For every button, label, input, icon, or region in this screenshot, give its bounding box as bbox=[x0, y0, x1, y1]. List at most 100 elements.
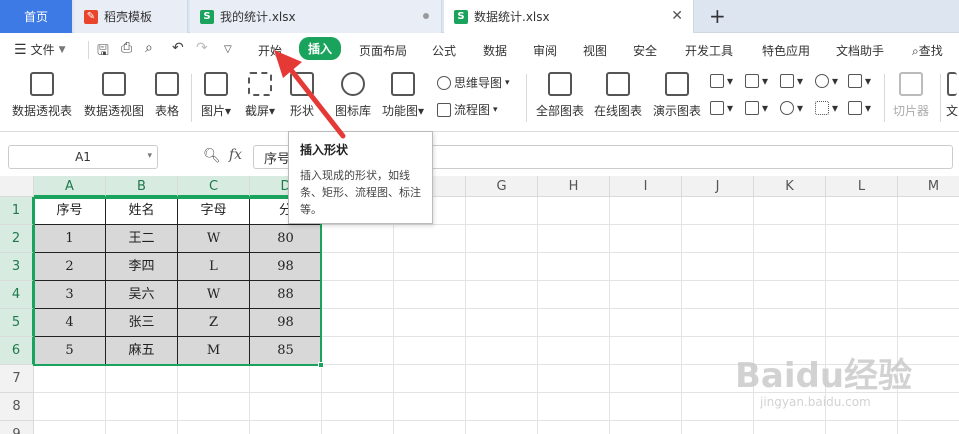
row-header-7[interactable]: 7 bbox=[0, 365, 34, 393]
cell-b9[interactable] bbox=[106, 421, 178, 434]
cell-a8[interactable] bbox=[34, 393, 106, 421]
cell-m9[interactable] bbox=[898, 421, 959, 434]
cell-h8[interactable] bbox=[538, 393, 610, 421]
cell-j4[interactable] bbox=[682, 281, 754, 309]
cell-k9[interactable] bbox=[754, 421, 826, 434]
cell-f7[interactable] bbox=[394, 365, 466, 393]
cell-l4[interactable] bbox=[826, 281, 898, 309]
cell-m2[interactable] bbox=[898, 225, 959, 253]
picture-button[interactable]: 图片▾ bbox=[201, 72, 231, 119]
table-button[interactable]: 表格 bbox=[155, 72, 179, 119]
cell-b6[interactable]: 麻五 bbox=[106, 337, 178, 365]
column-header-j[interactable]: J bbox=[682, 176, 754, 197]
cell-h9[interactable] bbox=[538, 421, 610, 434]
cell-c9[interactable] bbox=[178, 421, 250, 434]
column-header-l[interactable]: L bbox=[826, 176, 898, 197]
new-tab-button[interactable]: + bbox=[709, 4, 726, 28]
menu-doc-assistant[interactable]: 文档助手 bbox=[836, 42, 884, 59]
cell-h2[interactable] bbox=[538, 225, 610, 253]
pie-chart-dropdown[interactable]: ▾ bbox=[780, 101, 803, 115]
cell-j8[interactable] bbox=[682, 393, 754, 421]
row-header-1[interactable]: 1 bbox=[0, 197, 34, 225]
cell-e2[interactable] bbox=[322, 225, 394, 253]
menu-features[interactable]: 特色应用 bbox=[762, 42, 810, 59]
cell-a7[interactable] bbox=[34, 365, 106, 393]
cell-d4[interactable]: 88 bbox=[250, 281, 322, 309]
cell-m4[interactable] bbox=[898, 281, 959, 309]
column-header-g[interactable]: G bbox=[466, 176, 538, 197]
cell-l3[interactable] bbox=[826, 253, 898, 281]
cell-l9[interactable] bbox=[826, 421, 898, 434]
cell-i3[interactable] bbox=[610, 253, 682, 281]
tab-template[interactable]: ✎ 稻壳模板 bbox=[74, 0, 188, 33]
cell-b8[interactable] bbox=[106, 393, 178, 421]
cell-d5[interactable]: 98 bbox=[250, 309, 322, 337]
cell-d3[interactable]: 98 bbox=[250, 253, 322, 281]
column-header-b[interactable]: B bbox=[106, 176, 178, 197]
cell-e5[interactable] bbox=[322, 309, 394, 337]
cell-e6[interactable] bbox=[322, 337, 394, 365]
tab-data-stats[interactable]: S 数据统计.xlsx ✕ bbox=[444, 0, 694, 33]
menu-review[interactable]: 审阅 bbox=[533, 42, 557, 59]
shape-button[interactable]: 形状 bbox=[290, 72, 314, 119]
demo-charts-button[interactable]: 演示图表 bbox=[653, 72, 701, 119]
cell-a6[interactable]: 5 bbox=[34, 337, 106, 365]
cell-g3[interactable] bbox=[466, 253, 538, 281]
cell-f8[interactable] bbox=[394, 393, 466, 421]
cell-k1[interactable] bbox=[754, 197, 826, 225]
cell-e8[interactable] bbox=[322, 393, 394, 421]
menu-formulas[interactable]: 公式 bbox=[432, 42, 456, 59]
cell-a9[interactable] bbox=[34, 421, 106, 434]
row-header-6[interactable]: 6 bbox=[0, 337, 34, 365]
fill-handle[interactable] bbox=[318, 362, 324, 368]
cell-i2[interactable] bbox=[610, 225, 682, 253]
cell-j5[interactable] bbox=[682, 309, 754, 337]
cell-i1[interactable] bbox=[610, 197, 682, 225]
menu-search[interactable]: ⌕查找 bbox=[912, 42, 943, 59]
cell-d2[interactable]: 80 bbox=[250, 225, 322, 253]
online-charts-button[interactable]: 在线图表 bbox=[594, 72, 642, 119]
row-header-4[interactable]: 4 bbox=[0, 281, 34, 309]
cell-f9[interactable] bbox=[394, 421, 466, 434]
all-charts-button[interactable]: 全部图表 bbox=[536, 72, 584, 119]
flowchart-button[interactable]: 流程图 ▾ bbox=[437, 101, 498, 118]
cell-l2[interactable] bbox=[826, 225, 898, 253]
row-header-2[interactable]: 2 bbox=[0, 225, 34, 253]
menu-developer[interactable]: 开发工具 bbox=[685, 42, 733, 59]
cell-d8[interactable] bbox=[250, 393, 322, 421]
cell-c6[interactable]: M bbox=[178, 337, 250, 365]
cell-g5[interactable] bbox=[466, 309, 538, 337]
cell-h5[interactable] bbox=[538, 309, 610, 337]
undo-icon[interactable]: ↶ bbox=[172, 40, 184, 56]
text-button[interactable]: 文 bbox=[946, 72, 958, 119]
line-chart-dropdown[interactable]: ▾ bbox=[780, 74, 803, 88]
cell-k4[interactable] bbox=[754, 281, 826, 309]
cell-i7[interactable] bbox=[610, 365, 682, 393]
cell-c3[interactable]: L bbox=[178, 253, 250, 281]
menu-view[interactable]: 视图 bbox=[583, 42, 607, 59]
cell-a4[interactable]: 3 bbox=[34, 281, 106, 309]
cell-a3[interactable]: 2 bbox=[34, 253, 106, 281]
cell-d7[interactable] bbox=[250, 365, 322, 393]
cell-g1[interactable] bbox=[466, 197, 538, 225]
bar-chart-dropdown[interactable]: ▾ bbox=[745, 74, 768, 88]
column-header-m[interactable]: M bbox=[898, 176, 959, 197]
close-tab-icon[interactable]: ✕ bbox=[671, 8, 683, 24]
menu-home[interactable]: 开始 bbox=[258, 42, 282, 59]
column-header-h[interactable]: H bbox=[538, 176, 610, 197]
cell-e4[interactable] bbox=[322, 281, 394, 309]
cell-c8[interactable] bbox=[178, 393, 250, 421]
tab-my-stats[interactable]: S 我的统计.xlsx bbox=[190, 0, 442, 33]
cell-j1[interactable] bbox=[682, 197, 754, 225]
column-chart-dropdown[interactable]: ▾ bbox=[710, 74, 733, 88]
cell-b5[interactable]: 张三 bbox=[106, 309, 178, 337]
menu-page-layout[interactable]: 页面布局 bbox=[359, 42, 407, 59]
cell-g4[interactable] bbox=[466, 281, 538, 309]
cell-f5[interactable] bbox=[394, 309, 466, 337]
cell-e9[interactable] bbox=[322, 421, 394, 434]
cell-m5[interactable] bbox=[898, 309, 959, 337]
cell-b3[interactable]: 李四 bbox=[106, 253, 178, 281]
cell-c7[interactable] bbox=[178, 365, 250, 393]
menu-security[interactable]: 安全 bbox=[633, 42, 657, 59]
cell-i4[interactable] bbox=[610, 281, 682, 309]
